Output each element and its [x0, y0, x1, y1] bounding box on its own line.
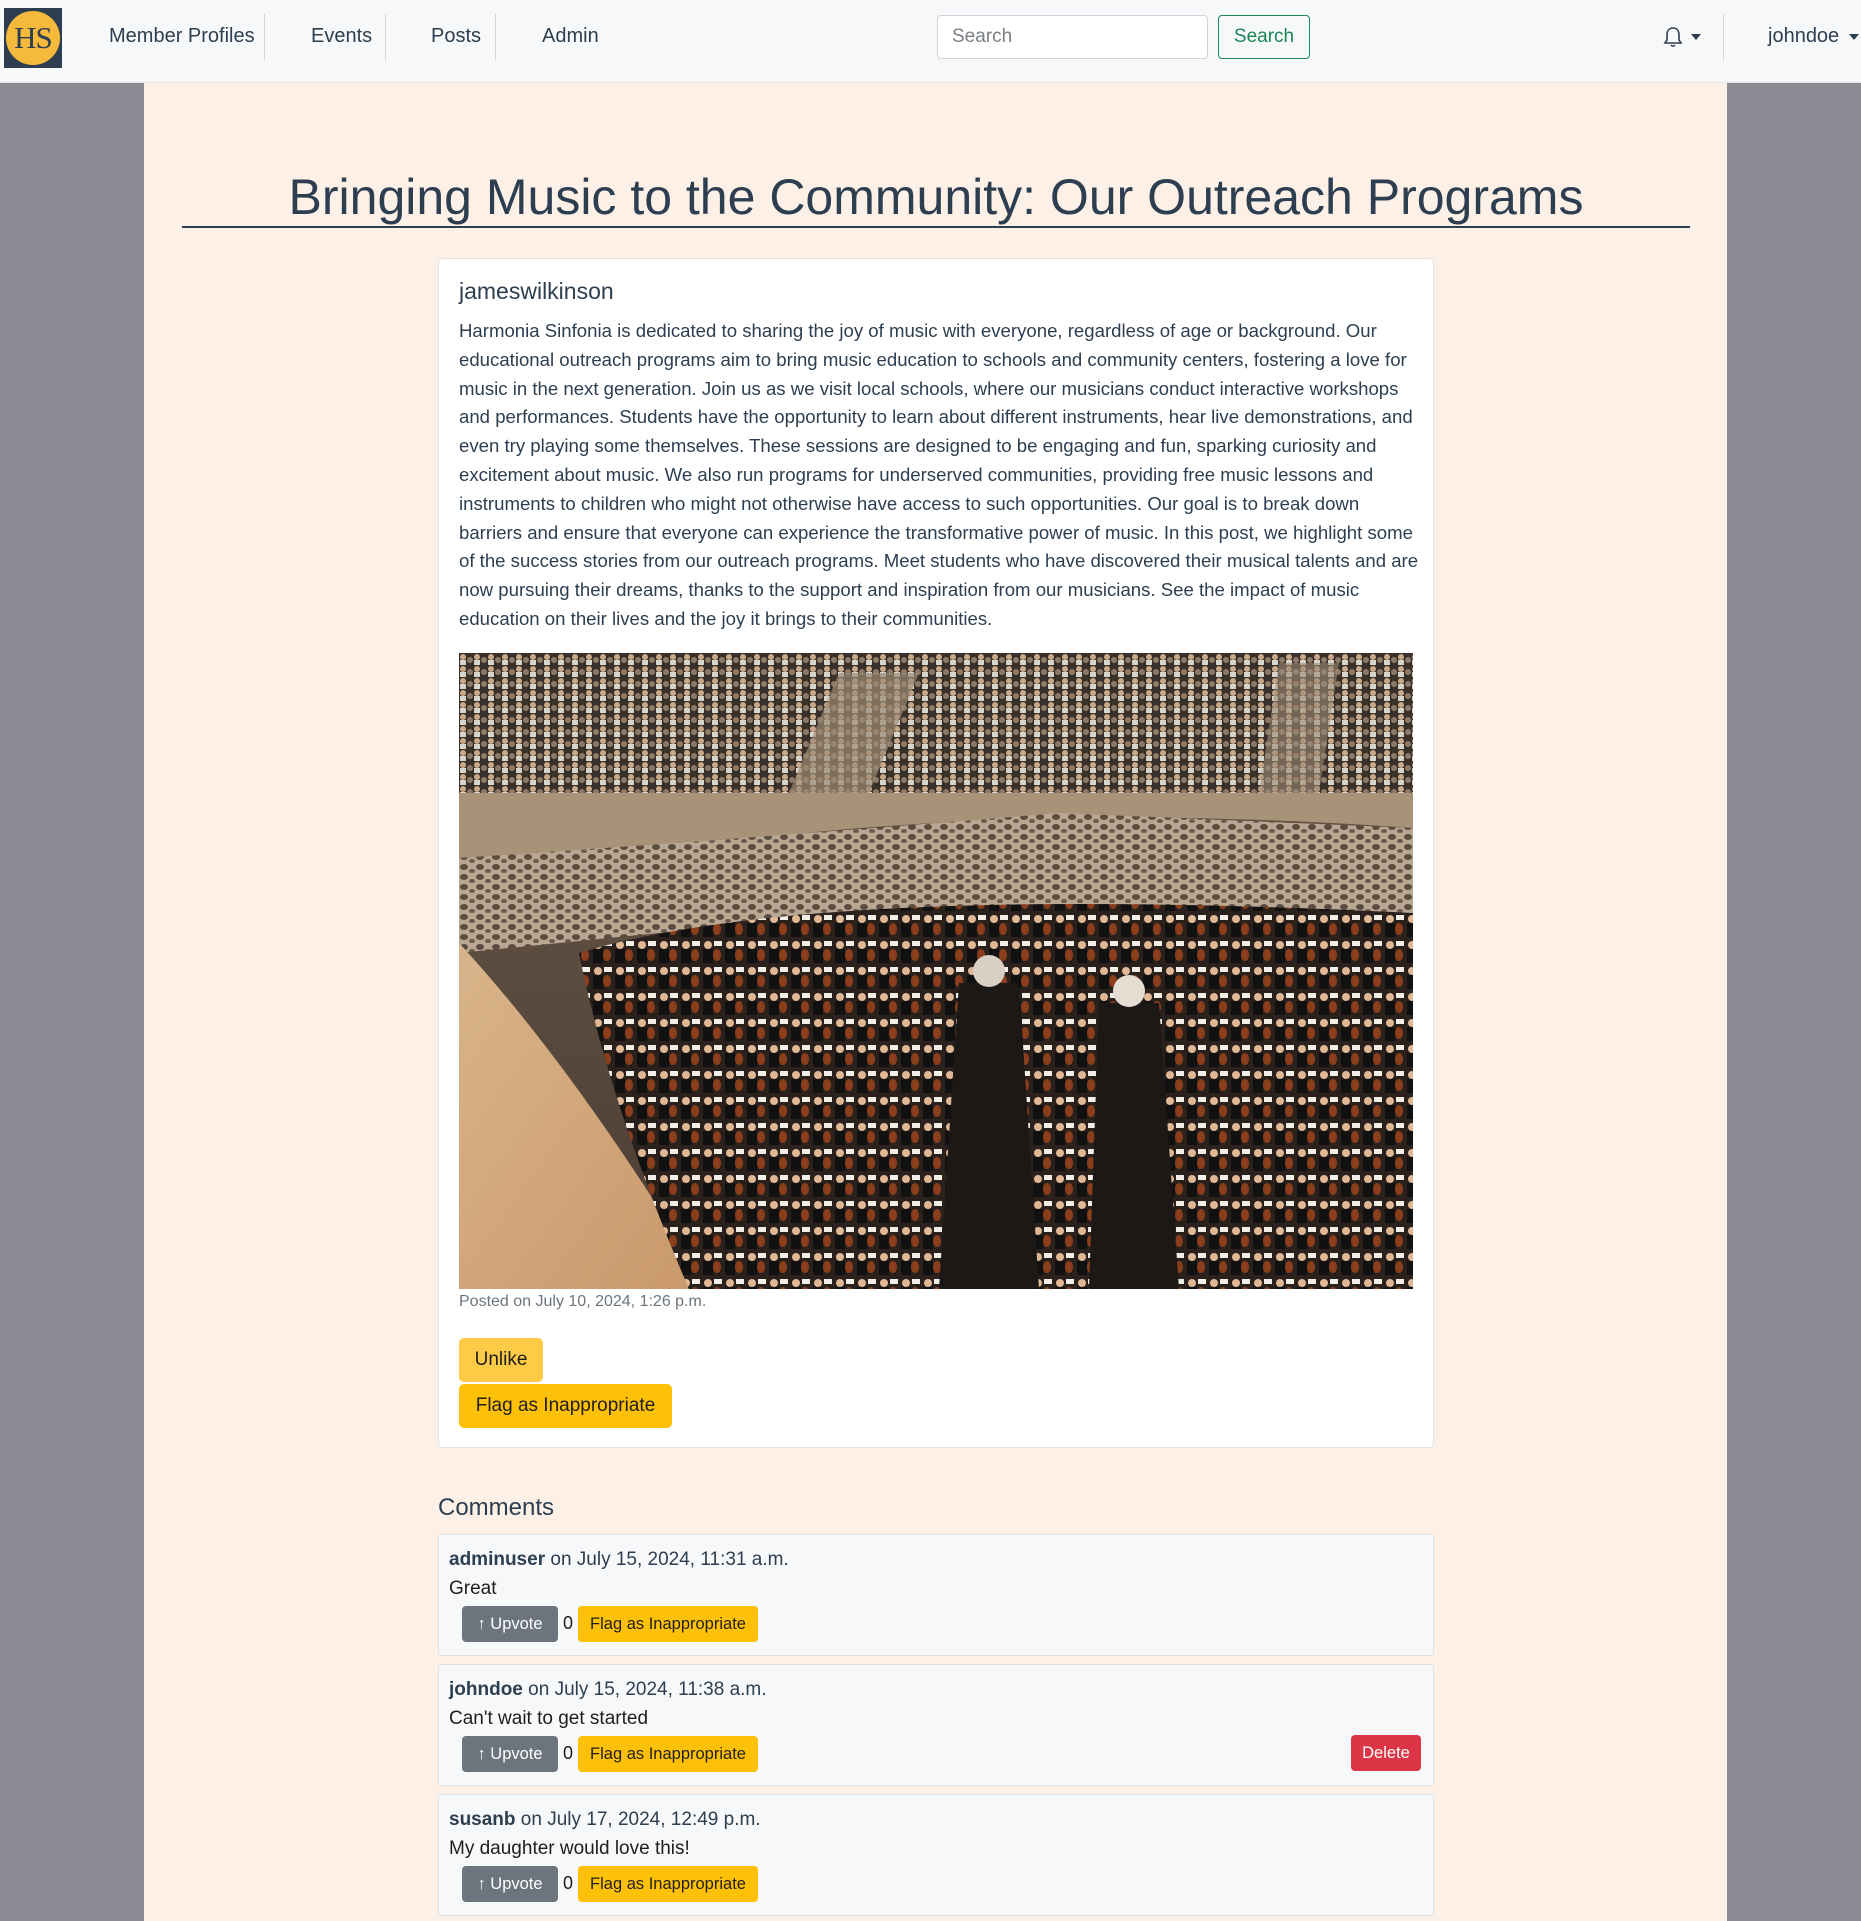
vote-count: 0 [563, 1613, 574, 1633]
comment-meta: adminuser on July 15, 2024, 11:31 a.m. [449, 1549, 789, 1571]
nav-events[interactable]: Events [311, 0, 372, 73]
title-underline [182, 226, 1690, 228]
nav-posts[interactable]: Posts [431, 0, 481, 73]
upvote-button[interactable]: ↑ Upvote [462, 1736, 558, 1772]
flag-comment-button[interactable]: Flag as Inappropriate [578, 1606, 758, 1642]
chevron-down-icon [1849, 33, 1860, 40]
page-title: Bringing Music to the Community: Our Out… [288, 169, 1584, 225]
post-author[interactable]: jameswilkinson [459, 278, 614, 305]
flag-comment-button[interactable]: Flag as Inappropriate [578, 1736, 758, 1772]
chevron-down-icon [1691, 34, 1701, 40]
upvote-button[interactable]: ↑ Upvote [462, 1866, 558, 1902]
top-navbar: HS Member Profiles Events Posts Admin Se… [0, 0, 1861, 83]
comment-date: on July 15, 2024, 11:38 a.m. [522, 1679, 767, 1700]
user-menu[interactable]: johndoe [1768, 0, 1860, 73]
vote-count: 0 [563, 1873, 574, 1893]
username-label: johndoe [1768, 25, 1840, 47]
comment-item: susanb on July 17, 2024, 12:49 p.m. My d… [438, 1794, 1434, 1916]
search-input[interactable] [937, 15, 1208, 59]
post-body: Harmonia Sinfonia is dedicated to sharin… [459, 320, 1419, 629]
post-timestamp: Posted on July 10, 2024, 1:26 p.m. [459, 1293, 707, 1310]
comment-date: on July 17, 2024, 12:49 p.m. [515, 1809, 761, 1830]
flag-comment-button[interactable]: Flag as Inappropriate [578, 1866, 758, 1902]
comments-heading: Comments [438, 1494, 555, 1521]
nav-admin[interactable]: Admin [542, 0, 599, 73]
comment-date: on July 15, 2024, 11:31 a.m. [545, 1549, 789, 1570]
vote-count: 0 [563, 1743, 574, 1763]
site-logo[interactable]: HS [4, 8, 62, 68]
comment-author[interactable]: johndoe [449, 1679, 523, 1700]
comment-meta: johndoe on July 15, 2024, 11:38 a.m. [449, 1679, 767, 1701]
comment-author[interactable]: adminuser [449, 1549, 545, 1570]
nav-member-profiles[interactable]: Member Profiles [109, 0, 255, 73]
delete-comment-button[interactable]: Delete [1351, 1735, 1421, 1771]
logo-mark: HS [6, 11, 60, 65]
comment-text: Great [449, 1578, 497, 1599]
flag-post-button[interactable]: Flag as Inappropriate [459, 1384, 672, 1428]
unlike-button[interactable]: Unlike [459, 1338, 543, 1382]
orchestra-photo [459, 653, 1413, 1289]
upvote-button[interactable]: ↑ Upvote [462, 1606, 558, 1642]
nav-divider [264, 14, 265, 61]
notifications-dropdown[interactable] [1663, 24, 1703, 50]
comment-item: adminuser on July 15, 2024, 11:31 a.m. G… [438, 1534, 1434, 1656]
comment-text: Can't wait to get started [449, 1708, 649, 1729]
nav-divider [495, 14, 496, 61]
comment-author[interactable]: susanb [449, 1809, 516, 1830]
search-button[interactable]: Search [1218, 15, 1310, 59]
nav-divider [1723, 14, 1724, 61]
comment-meta: susanb on July 17, 2024, 12:49 p.m. [449, 1809, 761, 1831]
nav-divider [385, 14, 386, 61]
comment-item: johndoe on July 15, 2024, 11:38 a.m. Can… [438, 1664, 1434, 1786]
post-card: jameswilkinson Harmonia Sinfonia is dedi… [438, 258, 1434, 1448]
post-image [459, 653, 1413, 1289]
comment-text: My daughter would love this! [449, 1838, 690, 1859]
bell-icon [1663, 27, 1683, 48]
